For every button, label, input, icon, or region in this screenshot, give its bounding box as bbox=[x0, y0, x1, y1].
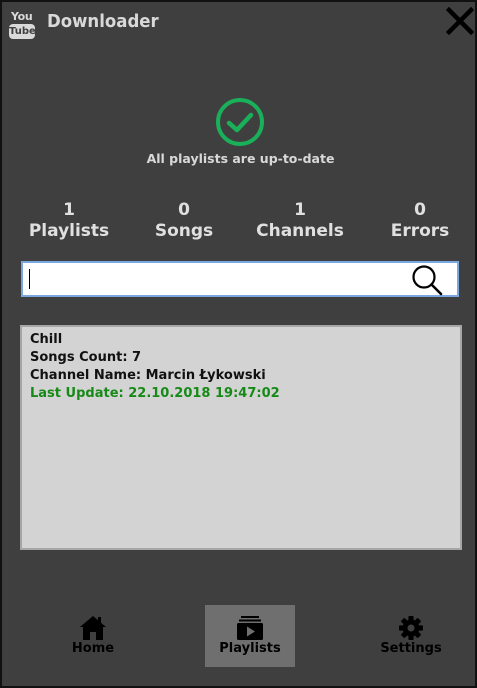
stat-playlists: 1 Playlists bbox=[24, 200, 114, 242]
logo-text-tube: Tube bbox=[9, 24, 36, 39]
search-bar bbox=[21, 261, 459, 297]
home-icon bbox=[80, 616, 106, 640]
stat-errors-value: 0 bbox=[414, 200, 426, 220]
app-title: Downloader bbox=[47, 11, 159, 32]
nav-playlists-label: Playlists bbox=[219, 641, 281, 656]
logo-text-you: You bbox=[11, 10, 33, 23]
search-input[interactable] bbox=[27, 265, 401, 293]
stat-songs: 0 Songs bbox=[139, 200, 229, 242]
youtube-logo-icon: You Tube bbox=[9, 9, 37, 41]
status-message: All playlists are up-to-date bbox=[146, 151, 335, 166]
playlist-name: Chill bbox=[30, 332, 63, 347]
nav-settings-label: Settings bbox=[380, 641, 442, 656]
close-button[interactable] bbox=[445, 6, 475, 36]
playlist-channel: Channel Name: Marcin Łykowski bbox=[30, 368, 266, 383]
stat-playlists-label: Playlists bbox=[28, 221, 110, 241]
playlist-icon bbox=[237, 616, 263, 640]
search-button[interactable] bbox=[410, 264, 444, 296]
playlist-songs-count: Songs Count: 7 bbox=[30, 350, 142, 365]
stat-channels-value: 1 bbox=[294, 200, 306, 220]
stat-playlists-value: 1 bbox=[63, 200, 75, 220]
gear-icon bbox=[399, 616, 423, 640]
playlist-last-update: Last Update: 22.10.2018 19:47:02 bbox=[30, 386, 280, 401]
stat-songs-value: 0 bbox=[178, 200, 190, 220]
stat-errors: 0 Errors bbox=[375, 200, 465, 242]
playlist-list: Chill Songs Count: 7 Channel Name: Marci… bbox=[20, 325, 462, 550]
search-icon bbox=[412, 265, 443, 296]
list-item[interactable]: Chill Songs Count: 7 Channel Name: Marci… bbox=[30, 331, 280, 403]
nav-home[interactable]: Home bbox=[48, 605, 138, 667]
nav-playlists[interactable]: Playlists bbox=[205, 605, 295, 667]
app-window: You Tube Downloader All playlists are up… bbox=[0, 0, 477, 688]
stat-channels: 1 Channels bbox=[255, 200, 345, 242]
close-icon bbox=[445, 6, 475, 36]
stat-channels-label: Channels bbox=[256, 221, 344, 241]
check-circle-icon bbox=[216, 98, 264, 146]
nav-home-label: Home bbox=[71, 641, 115, 656]
nav-settings[interactable]: Settings bbox=[366, 605, 456, 667]
text-caret bbox=[29, 269, 30, 289]
stat-errors-label: Errors bbox=[390, 221, 450, 241]
stat-songs-label: Songs bbox=[154, 221, 214, 241]
